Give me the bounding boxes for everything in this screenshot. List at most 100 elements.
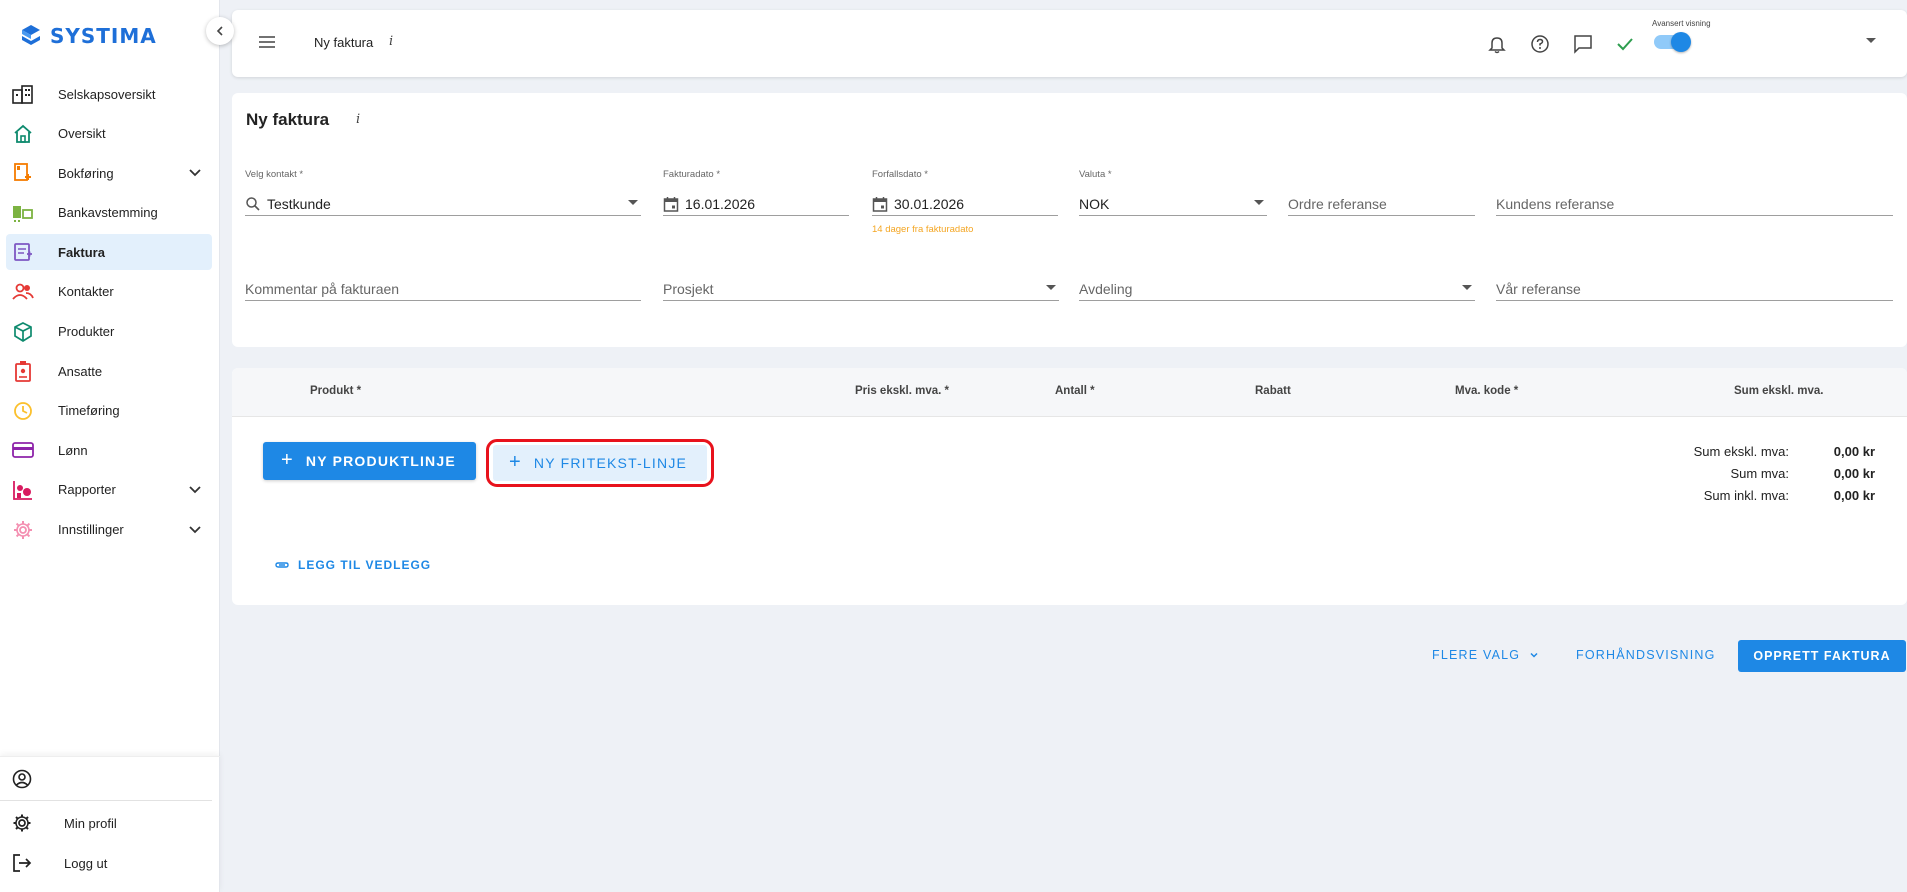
sidebar-nav: Selskapsoversikt Oversikt Bokføring Bank… [0, 76, 220, 551]
column-header-price: Pris ekskl. mva. * [855, 385, 949, 397]
our-reference-field[interactable]: Vår referanse [1496, 274, 1893, 301]
invoice-date-field[interactable]: Fakturadato * 16.01.2026 [663, 169, 849, 216]
advanced-view-toggle[interactable] [1654, 32, 1691, 52]
sidebar-item-label: Timeføring [58, 403, 120, 419]
sidebar-bottom: Min profil Logg ut [0, 756, 220, 892]
attachment-icon [275, 562, 289, 568]
sidebar-item-ansatte[interactable]: Ansatte [6, 353, 212, 389]
sum-excl-vat-row: Sum ekskl. mva: 0,00 kr [1629, 444, 1875, 459]
clock-icon [12, 400, 34, 422]
invoice-date-value: 16.01.2026 [685, 196, 756, 212]
sum-incl-vat-row: Sum inkl. mva: 0,00 kr [1629, 488, 1875, 503]
add-attachment-button[interactable]: LEGG TIL VEDLEGG [274, 558, 431, 572]
logg-ut-link[interactable]: Logg ut [0, 845, 220, 881]
sidebar-item-bokforing[interactable]: Bokføring [6, 155, 212, 191]
plus-icon: + [509, 450, 522, 473]
checkmark-icon[interactable] [1613, 32, 1637, 56]
due-date-label: Forfallsdato * [872, 169, 928, 180]
chevron-left-icon [216, 26, 223, 36]
page-title: Ny faktura [314, 35, 374, 50]
order-reference-placeholder: Ordre referanse [1288, 196, 1387, 212]
sidebar-item-label: Faktura [58, 244, 105, 260]
chevron-down-icon [189, 169, 201, 177]
min-profil-link[interactable]: Min profil [0, 805, 220, 841]
highlight-outline: + NY FRITEKST-LINJE [486, 439, 714, 487]
sidebar-item-label: Kontakter [58, 284, 114, 300]
new-freetext-line-label: NY FRITEKST-LINJE [533, 455, 688, 471]
more-options-label: FLERE VALG [1432, 648, 1521, 662]
sidebar-item-rapporter[interactable]: Rapporter [6, 472, 212, 508]
sidebar-item-selskapsoversikt[interactable]: Selskapsoversikt [6, 76, 212, 112]
info-icon[interactable]: i [356, 112, 360, 127]
account-circle-icon [12, 769, 32, 788]
column-header-discount: Rabatt [1255, 385, 1291, 397]
sidebar-item-timeforing[interactable]: Timeføring [6, 393, 212, 429]
help-icon[interactable] [1528, 32, 1552, 56]
lines-table-header: Produkt * Pris ekskl. mva. * Antall * Ra… [232, 368, 1907, 417]
due-date-field[interactable]: Forfallsdato * 30.01.2026 [872, 169, 1058, 216]
currency-select[interactable]: Valuta * NOK [1079, 169, 1267, 216]
sidebar-item-kontakter[interactable]: Kontakter [6, 274, 212, 310]
dropdown-arrow-icon [628, 200, 638, 205]
column-header-vat-code: Mva. kode * [1455, 385, 1519, 397]
sum-vat-row: Sum mva: 0,00 kr [1629, 466, 1875, 481]
contact-value: Testkunde [267, 196, 331, 212]
invoice-form: Ny faktura i Velg kontakt * Testkunde Fa… [232, 93, 1907, 347]
sidebar-item-label: Lønn [58, 442, 88, 458]
badge-icon [12, 360, 34, 383]
invoice-comment-field[interactable]: Kommentar på fakturaen [245, 274, 641, 301]
invoice-date-label: Fakturadato * [663, 169, 721, 180]
sidebar-item-bankavstemming[interactable]: Bankavstemming [6, 195, 212, 231]
sidebar-item-lonn[interactable]: Lønn [6, 432, 212, 468]
currency-label: Valuta * [1079, 169, 1112, 180]
sum-incl-vat-value: 0,00 kr [1833, 488, 1875, 503]
app-name: SYSTIMA [50, 24, 157, 48]
calendar-icon [872, 197, 888, 212]
dropdown-arrow-icon[interactable] [1866, 38, 1876, 44]
sidebar-item-label: Oversikt [58, 126, 106, 142]
feedback-icon[interactable] [1571, 32, 1595, 56]
order-reference-field[interactable]: Ordre referanse [1288, 189, 1475, 216]
collapse-sidebar-button[interactable] [206, 17, 234, 45]
logg-ut-label: Logg ut [64, 855, 108, 871]
new-freetext-line-button[interactable]: + NY FRITEKST-LINJE [493, 445, 707, 481]
column-header-sum: Sum ekskl. mva. [1734, 385, 1824, 397]
sidebar-item-faktura[interactable]: Faktura [6, 234, 212, 271]
menu-icon[interactable] [258, 33, 276, 51]
sidebar-item-produkter[interactable]: Produkter [6, 314, 212, 350]
user-account[interactable] [0, 757, 212, 801]
systima-logo-icon [22, 25, 40, 45]
buildings-icon [12, 83, 34, 105]
chevron-down-icon [1530, 652, 1538, 658]
our-reference-placeholder: Vår referanse [1496, 281, 1581, 297]
cube-icon [12, 321, 34, 343]
sidebar-item-oversikt[interactable]: Oversikt [6, 116, 212, 152]
create-invoice-label: OPPRETT FAKTURA [1753, 649, 1891, 663]
new-product-line-button[interactable]: + NY PRODUKTLINJE [263, 442, 476, 480]
advanced-view-label: Avansert visning [1652, 19, 1711, 28]
department-select[interactable]: Avdeling [1079, 274, 1475, 301]
sum-excl-vat-label: Sum ekskl. mva: [1693, 444, 1789, 459]
sidebar: SYSTIMA Selskapsoversikt Oversikt Bokfør… [0, 0, 220, 892]
chart-icon [12, 479, 34, 501]
sidebar-item-label: Produkter [58, 324, 115, 340]
more-options-button[interactable]: FLERE VALG [1432, 648, 1540, 662]
invoice-icon [12, 241, 34, 263]
create-invoice-button[interactable]: OPPRETT FAKTURA [1738, 640, 1906, 672]
info-icon[interactable]: i [389, 34, 393, 49]
add-attachment-label: LEGG TIL VEDLEGG [298, 558, 432, 572]
dropdown-arrow-icon [1254, 200, 1264, 205]
bell-icon[interactable] [1485, 32, 1509, 56]
sidebar-item-innstillinger[interactable]: Innstillinger [6, 512, 212, 548]
search-icon [246, 197, 260, 211]
app-logo[interactable]: SYSTIMA [18, 18, 157, 54]
contact-select[interactable]: Velg kontakt * Testkunde [245, 169, 641, 216]
project-select[interactable]: Prosjekt [663, 274, 1059, 301]
customer-reference-field[interactable]: Kundens referanse [1496, 189, 1893, 216]
column-header-quantity: Antall * [1055, 385, 1095, 397]
dropdown-arrow-icon [1462, 285, 1472, 290]
preview-button[interactable]: FORHÅNDSVISNING [1576, 648, 1716, 662]
sum-excl-vat-value: 0,00 kr [1833, 444, 1875, 459]
calendar-icon [663, 197, 679, 212]
bank-icon [12, 202, 34, 224]
